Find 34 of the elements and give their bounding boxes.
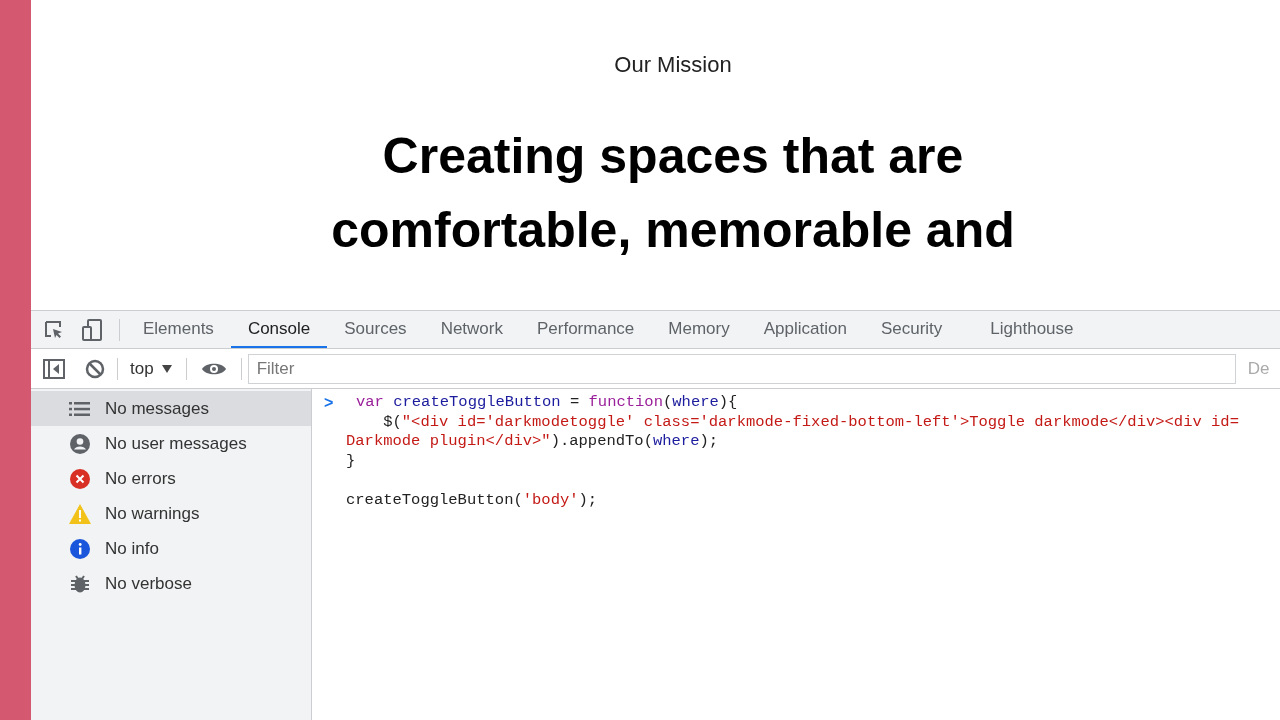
info-icon (69, 538, 91, 559)
section-eyebrow: Our Mission (613, 51, 732, 79)
context-selector[interactable]: top (130, 355, 172, 382)
sidebar-item[interactable]: No messages (31, 391, 311, 426)
sidebar-toggle-icon[interactable] (43, 358, 65, 379)
caret-icon (161, 364, 172, 373)
sidebar-item[interactable]: No user messages (31, 426, 311, 461)
bug-icon (69, 573, 91, 594)
code-line: $("<div id='darkmodetoggle' class='darkmode-fixed-bottom-left'>Toggle darkmode</div><div id= (382, 412, 1239, 432)
code-line: createToggleButton('body'); (346, 490, 599, 510)
error-icon (69, 468, 91, 489)
sidebar-item[interactable]: No warnings (31, 496, 311, 531)
code-line: Darkmode plugin</div>").appendTo(where); (346, 432, 720, 452)
devtools-tab[interactable]: Application (746, 311, 864, 348)
warning-icon (69, 503, 91, 524)
devtools-tab[interactable]: Memory (651, 311, 747, 348)
user-icon (69, 433, 91, 454)
sidebar-item[interactable]: No errors (31, 461, 311, 496)
devtools-tab[interactable]: Security (863, 311, 960, 348)
clear-console-icon[interactable] (85, 358, 105, 379)
filter-field[interactable]: Filter (247, 353, 1236, 384)
code-line: } (346, 451, 357, 471)
prompt-icon: > (324, 393, 346, 720)
headline-line: Creating spaces that are (381, 127, 965, 186)
device-toggle-icon[interactable] (81, 317, 103, 342)
headline-line: comfortable, memorable and (331, 201, 1015, 260)
sidebar-item[interactable]: No info (31, 531, 311, 566)
devtools-tab[interactable]: Sources (327, 311, 424, 348)
devtools-tab[interactable]: Network (423, 311, 520, 348)
devtools-tab[interactable]: Elements (126, 311, 231, 348)
devtools-tab[interactable]: Lighthouse (973, 311, 1091, 348)
sidebar-item[interactable]: No verbose (31, 566, 311, 601)
code-line: var createToggleButton = function(where){ (356, 393, 739, 413)
devtools-tab[interactable]: Performance (520, 311, 652, 348)
